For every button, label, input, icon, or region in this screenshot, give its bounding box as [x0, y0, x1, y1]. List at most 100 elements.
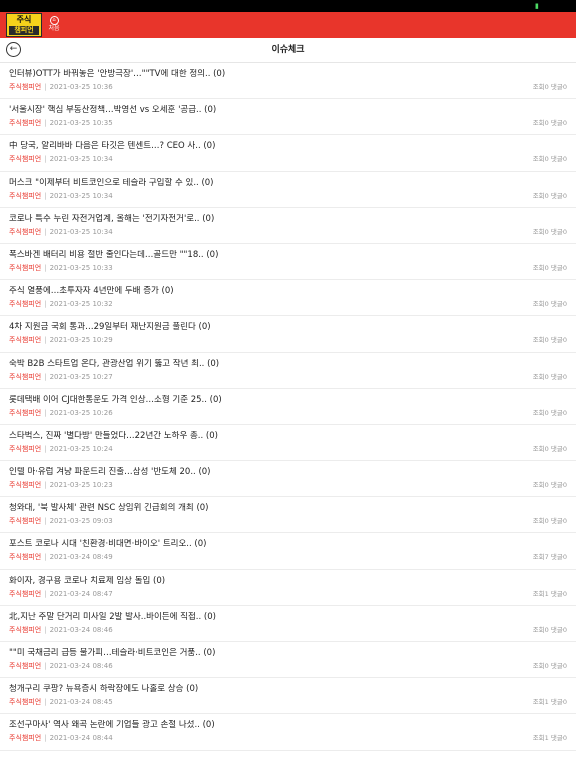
- news-author: 주식챔피언: [9, 734, 42, 743]
- meta-separator: |: [44, 625, 47, 634]
- news-stats: 조회0 댓글0: [533, 155, 567, 164]
- news-list-item[interactable]: 인텔 마·유럽 겨냥 파운드리 진출…삼성 '반도체 20.. (0) 주식챔피언…: [0, 461, 576, 498]
- news-meta: 주식챔피언 | 2021-03-25 10:33: [9, 264, 113, 273]
- news-list-item[interactable]: 롯데택배 이어 CJ대한통운도 가격 인상…소형 기준 25.. (0) 주식챔피…: [0, 389, 576, 425]
- comments-label: 댓글: [550, 227, 563, 236]
- news-list-item[interactable]: '서울시장' 핵심 부동산정책…박영선 vs 오세훈 '공급.. (0) 주식챔피…: [0, 99, 576, 136]
- news-reply-count: (0): [205, 430, 218, 441]
- news-stats: 조회0 댓글0: [533, 336, 567, 345]
- news-meta: 주식챔피언 | 2021-03-25 10:26: [9, 409, 113, 418]
- news-title[interactable]: 머스크 "이제부터 비트코인으로 테슬라 구입할 수 있.. (0): [9, 178, 486, 189]
- news-list-item[interactable]: 스타벅스, 진짜 '별다방' 만들었다…22년간 노하우 총.. (0) 주식챔피…: [0, 425, 576, 462]
- app-logo[interactable]: 주식 챔피언: [6, 13, 42, 37]
- views-count: 0: [544, 119, 549, 128]
- views-label: 조회: [532, 83, 545, 91]
- meta-separator: |: [44, 408, 47, 417]
- news-list-item[interactable]: 포스트 코로나 시대 '친환경·비대면·바이오' 트리오.. (0) 주식챔피언 |…: [0, 533, 576, 570]
- news-list-item[interactable]: 北,지난 주말 단거리 미사일 2발 발사..바이든에 직접.. (0) 주식챔피…: [0, 606, 576, 642]
- news-stats: 조회0 댓글0: [533, 662, 567, 671]
- news-meta: 주식챔피언 | 2021-03-25 09:03: [9, 517, 113, 526]
- news-list-item[interactable]: 코로나 특수 누린 자전거업계, 올해는 '전기자전거'로.. (0) 주식챔피언…: [0, 208, 576, 244]
- news-date: 2021-03-24 08:49: [49, 553, 113, 562]
- news-date: 2021-03-25 10:35: [49, 119, 113, 128]
- news-list-item[interactable]: ""미 국채금리 급등 불가피…테슬라·비트코인은 거품.. (0) 주식챔피언 |…: [0, 642, 576, 679]
- news-meta: 주식챔피언 | 2021-03-24 08:47: [9, 590, 113, 599]
- news-title[interactable]: 주식 열풍에…초투자자 4년만에 두배 증가 (0): [9, 286, 486, 297]
- news-list-item[interactable]: 숙박 B2B 스타트업 온다, 관광산업 위기 뚫고 작년 최.. (0) 주식챔…: [0, 353, 576, 389]
- comments-label: 댓글: [550, 444, 563, 453]
- back-arrow-icon[interactable]: ←: [6, 42, 21, 57]
- news-title[interactable]: 폭스바겐 배터리 비용 절반 줄인다는데…골드만 ""18.. (0): [9, 250, 486, 261]
- news-date: 2021-03-24 08:47: [49, 589, 113, 598]
- news-list-item[interactable]: 머스크 "이제부터 비트코인으로 테슬라 구입할 수 있.. (0) 주식챔피언 |…: [0, 172, 576, 208]
- comments-count: 0: [562, 408, 567, 417]
- news-author: 주식챔피언: [9, 662, 42, 670]
- comments-count: 0: [562, 336, 567, 345]
- news-title[interactable]: 조선구마사' 역사 왜곡 논란에 기업들 광고 손절 나섰.. (0): [9, 720, 486, 731]
- news-title-text: 4차 지원금 국회 통과…29일부터 재난지원금 풀린다: [9, 322, 196, 333]
- news-list-item[interactable]: 청와대, '북 발사체' 관련 NSC 상임위 긴급회의 개최 (0) 주식챔피언…: [0, 497, 576, 534]
- news-title[interactable]: ""미 국채금리 급등 불가피…테슬라·비트코인은 거품.. (0): [9, 648, 486, 659]
- news-date: 2021-03-24 08:44: [49, 734, 113, 743]
- news-title[interactable]: 코로나 특수 누린 자전거업계, 올해는 '전기자전거'로.. (0): [9, 214, 486, 225]
- news-author: 주식챔피언: [9, 191, 42, 200]
- news-title[interactable]: 스타벅스, 진짜 '별다방' 만들었다…22년간 노하우 총.. (0): [9, 431, 486, 442]
- views-label: 조회: [532, 444, 545, 453]
- news-title[interactable]: 숙박 B2B 스타트업 온다, 관광산업 위기 뚫고 작년 최.. (0): [9, 359, 486, 370]
- news-title[interactable]: 화이자, 경구용 코로나 치료제 임상 돌입 (0): [9, 576, 486, 587]
- news-meta: 주식챔피언 | 2021-03-24 08:44: [9, 734, 113, 743]
- comments-count: 0: [562, 119, 567, 128]
- meta-separator: |: [44, 372, 47, 381]
- news-list-item[interactable]: 인터뷰)OTT가 바꿔놓은 '안방극장'…""TV에 대한 정의.. (0) 주식…: [0, 63, 576, 100]
- news-title[interactable]: 인터뷰)OTT가 바꿔놓은 '안방극장'…""TV에 대한 정의.. (0): [9, 69, 486, 80]
- news-date: 2021-03-25 10:27: [49, 372, 113, 381]
- news-reply-count: (0): [213, 69, 226, 79]
- news-title[interactable]: 中 당국, 알리바바 다음은 타깃은 텐센트…? CEO 사.. (0): [9, 141, 486, 152]
- news-title[interactable]: 北,지난 주말 단거리 미사일 2발 발사..바이든에 직접.. (0): [9, 612, 486, 623]
- news-title-text: 中 당국, 알리바바 다음은 타깃은 텐센트…? CEO 사..: [9, 141, 201, 152]
- news-title[interactable]: 4차 지원금 국회 통과…29일부터 재난지원금 풀린다 (0): [9, 322, 486, 333]
- news-title[interactable]: 청개구리 쿠팡? 뉴욕증시 하락장에도 나홀로 상승 (0): [9, 684, 486, 695]
- comments-count: 0: [562, 372, 567, 381]
- news-title[interactable]: 청와대, '북 발사체' 관련 NSC 상임위 긴급회의 개최 (0): [9, 503, 486, 514]
- news-date: 2021-03-25 10:29: [49, 336, 113, 345]
- news-title[interactable]: 포스트 코로나 시대 '친환경·비대면·바이오' 트리오.. (0): [9, 539, 486, 550]
- news-date: 2021-03-24 08:45: [49, 698, 113, 707]
- comments-label: 댓글: [550, 553, 563, 562]
- views-label: 조회: [532, 155, 545, 164]
- comments-count: 0: [562, 517, 567, 526]
- meta-separator: |: [44, 734, 47, 743]
- news-date: 2021-03-25 10:33: [49, 263, 113, 272]
- meta-separator: |: [44, 662, 47, 670]
- comments-label: 댓글: [550, 589, 563, 598]
- news-meta: 주식챔피언 | 2021-03-24 08:46: [9, 626, 113, 635]
- news-date: 2021-03-25 10:26: [49, 408, 113, 417]
- news-reply-count: (0): [161, 286, 174, 297]
- page-title: 이슈체크: [271, 45, 305, 55]
- news-list-item[interactable]: 中 당국, 알리바바 다음은 타깃은 텐센트…? CEO 사.. (0) 주식챔피…: [0, 135, 576, 172]
- views-count: 0: [544, 191, 549, 200]
- views-count: 0: [544, 444, 549, 453]
- news-title-text: 청와대, '북 발사체' 관련 NSC 상임위 긴급회의 개최: [9, 503, 194, 514]
- home-label: 처음: [48, 25, 60, 32]
- views-count: 0: [544, 227, 549, 236]
- news-author: 주식챔피언: [9, 698, 42, 707]
- news-title[interactable]: 롯데택배 이어 CJ대한통운도 가격 인상…소형 기준 25.. (0): [9, 395, 486, 406]
- comments-label: 댓글: [550, 300, 563, 309]
- news-list-item[interactable]: 폭스바겐 배터리 비용 절반 줄인다는데…골드만 ""18.. (0) 주식챔피언…: [0, 244, 576, 281]
- news-list-item[interactable]: 주식 열풍에…초투자자 4년만에 두배 증가 (0) 주식챔피언 | 2021-03-…: [0, 280, 576, 317]
- news-title[interactable]: '서울시장' 핵심 부동산정책…박영선 vs 오세훈 '공급.. (0): [9, 105, 486, 116]
- news-list-item[interactable]: 화이자, 경구용 코로나 치료제 임상 돌입 (0) 주식챔피언 | 2021-03-…: [0, 570, 576, 606]
- news-list-item[interactable]: 청개구리 쿠팡? 뉴욕증시 하락장에도 나홀로 상승 (0) 주식챔피언 | 2021…: [0, 678, 576, 715]
- news-title[interactable]: 인텔 마·유럽 겨냥 파운드리 진출…삼성 '반도체 20.. (0): [9, 467, 486, 478]
- news-title-text: 스타벅스, 진짜 '별다방' 만들었다…22년간 노하우 총..: [9, 430, 204, 441]
- comments-count: 0: [562, 553, 567, 562]
- news-list-item[interactable]: 4차 지원금 국회 통과…29일부터 재난지원금 풀린다 (0) 주식챔피언 | 20…: [0, 316, 576, 353]
- news-author: 주식챔피언: [9, 408, 42, 417]
- news-reply-count: (0): [203, 611, 216, 622]
- news-reply-count: (0): [203, 141, 216, 152]
- home-button[interactable]: ⌂ 처음: [47, 16, 61, 36]
- comments-count: 0: [562, 589, 567, 598]
- news-list-item[interactable]: 조선구마사' 역사 왜곡 논란에 기업들 광고 손절 나섰.. (0) 주식챔피언…: [0, 714, 576, 751]
- news-reply-count: (0): [204, 105, 217, 116]
